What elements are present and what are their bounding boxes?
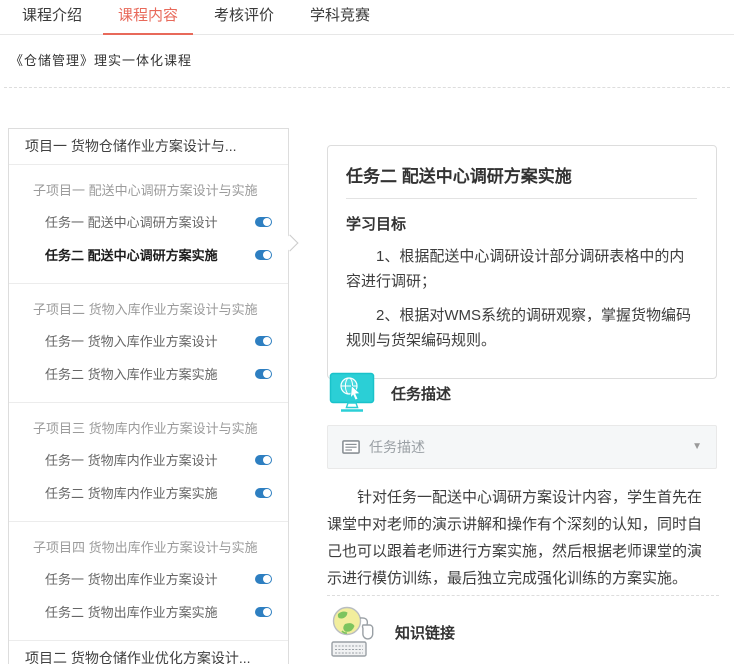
task-title: 任务二 配送中心调研方案实施 xyxy=(346,160,698,198)
sidebar-task[interactable]: 任务一 配送中心调研方案设计 xyxy=(9,205,288,238)
task-description-heading: 任务描述 xyxy=(391,383,451,404)
sidebar-subproject[interactable]: 子项目二 货物入库作业方案设计与实施 xyxy=(9,292,288,324)
tab-assessment[interactable]: 考核评价 xyxy=(212,0,276,34)
task-label: 任务二 配送中心调研方案实施 xyxy=(45,248,218,263)
objective-2: 2、根据对WMS系统的调研观察，掌握货物编码规则与货架编码规则。 xyxy=(346,303,698,353)
monitor-cursor-icon xyxy=(329,372,375,414)
form-lines-icon xyxy=(342,440,360,454)
divider xyxy=(346,198,697,199)
sidebar-subproject[interactable]: 子项目一 配送中心调研方案设计与实施 xyxy=(9,173,288,205)
objective-1: 1、根据配送中心调研设计部分调研表格中的内容进行调研； xyxy=(346,244,698,294)
toggle-on-icon[interactable] xyxy=(255,217,272,227)
tab-course-content[interactable]: 课程内容 xyxy=(116,0,180,34)
sidebar-task[interactable]: 任务二 货物库内作业方案实施 xyxy=(9,476,288,509)
sidebar-group-4: 子项目四 货物出库作业方案设计与实施 任务一 货物出库作业方案设计 任务二 货物… xyxy=(9,522,288,641)
sidebar-project1-header[interactable]: 项目一 货物仓储作业方案设计与... xyxy=(9,129,288,165)
knowledge-links-heading: 知识链接 xyxy=(395,622,455,643)
learning-objectives-heading: 学习目标 xyxy=(346,213,698,234)
sidebar-project2-header[interactable]: 项目二 货物仓储作业优化方案设计... xyxy=(9,641,288,664)
task-description-section: 任务描述 xyxy=(329,372,451,414)
task-label: 任务一 货物入库作业方案设计 xyxy=(45,334,218,349)
tab-course-intro[interactable]: 课程介绍 xyxy=(20,0,84,34)
task-detail-panel: 任务二 配送中心调研方案实施 学习目标 1、根据配送中心调研设计部分调研表格中的… xyxy=(327,145,717,379)
sidebar-task[interactable]: 任务二 货物出库作业方案实施 xyxy=(9,595,288,628)
task-label: 任务一 配送中心调研方案设计 xyxy=(45,215,218,230)
sidebar-task[interactable]: 任务一 货物出库作业方案设计 xyxy=(9,562,288,595)
task-label: 任务二 货物库内作业方案实施 xyxy=(45,486,218,501)
toggle-on-icon[interactable] xyxy=(255,488,272,498)
toggle-on-icon[interactable] xyxy=(255,455,272,465)
knowledge-links-section: 知识链接 xyxy=(329,604,455,660)
task-label: 任务二 货物出库作业方案实施 xyxy=(45,605,218,620)
sidebar-task[interactable]: 任务一 货物库内作业方案设计 xyxy=(9,443,288,476)
task-description-accordion[interactable]: 任务描述 ▼ xyxy=(327,425,717,469)
sidebar-subproject[interactable]: 子项目三 货物库内作业方案设计与实施 xyxy=(9,411,288,443)
toggle-on-icon[interactable] xyxy=(255,250,272,260)
course-content-page: 课程介绍 课程内容 考核评价 学科竞赛 《仓储管理》理实一体化课程 项目一 货物… xyxy=(0,0,734,664)
top-tab-bar: 课程介绍 课程内容 考核评价 学科竞赛 xyxy=(0,0,734,35)
task-label: 任务二 货物入库作业方案实施 xyxy=(45,367,218,382)
tab-competition[interactable]: 学科竞赛 xyxy=(308,0,372,34)
task-label: 任务一 货物库内作业方案设计 xyxy=(45,453,218,468)
sidebar-group-2: 子项目二 货物入库作业方案设计与实施 任务一 货物入库作业方案设计 任务二 货物… xyxy=(9,284,288,403)
toggle-on-icon[interactable] xyxy=(255,336,272,346)
sidebar-subproject[interactable]: 子项目四 货物出库作业方案设计与实施 xyxy=(9,530,288,562)
toggle-on-icon[interactable] xyxy=(255,369,272,379)
sidebar-group-1: 子项目一 配送中心调研方案设计与实施 任务一 配送中心调研方案设计 任务二 配送… xyxy=(9,165,288,284)
accordion-label: 任务描述 xyxy=(369,437,425,457)
dashed-divider xyxy=(327,595,719,596)
toggle-on-icon[interactable] xyxy=(255,574,272,584)
caret-down-icon: ▼ xyxy=(692,442,702,452)
sidebar-task[interactable]: 任务一 货物入库作业方案设计 xyxy=(9,324,288,357)
sidebar-task[interactable]: 任务二 货物入库作业方案实施 xyxy=(9,357,288,390)
task-description-paragraph: 针对任务一配送中心调研方案设计内容，学生首先在课堂中对老师的演示讲解和操作有个深… xyxy=(327,484,715,592)
sidebar-group-3: 子项目三 货物库内作业方案设计与实施 任务一 货物库内作业方案设计 任务二 货物… xyxy=(9,403,288,522)
breadcrumb: 《仓储管理》理实一体化课程 xyxy=(10,50,192,69)
sidebar-task-selected[interactable]: 任务二 配送中心调研方案实施 xyxy=(9,238,288,271)
globe-keyboard-mouse-icon xyxy=(329,604,379,660)
toggle-on-icon[interactable] xyxy=(255,607,272,617)
task-label: 任务一 货物出库作业方案设计 xyxy=(45,572,218,587)
course-tree-sidebar: 项目一 货物仓储作业方案设计与... 子项目一 配送中心调研方案设计与实施 任务… xyxy=(8,128,289,664)
dashed-divider xyxy=(4,87,730,88)
